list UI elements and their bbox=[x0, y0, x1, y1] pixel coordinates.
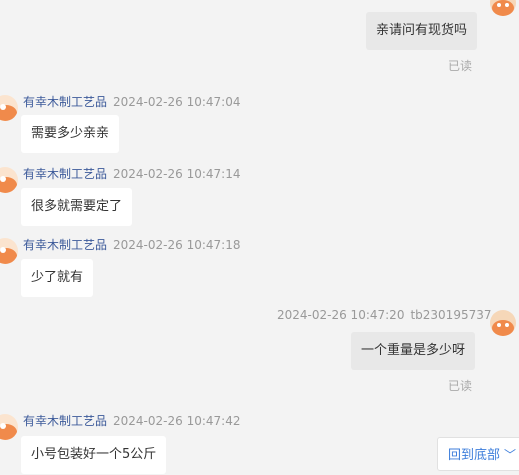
message-meta: 2024-02-26 10:47:20 tb230195737 bbox=[277, 308, 492, 322]
sender-name: tb230195737 bbox=[410, 308, 492, 322]
shop-avatar bbox=[0, 167, 18, 193]
shop-avatar bbox=[0, 238, 18, 264]
message-bubble: 很多就需要定了 bbox=[21, 188, 133, 226]
shop-avatar bbox=[0, 95, 18, 121]
sender-name[interactable]: 有幸木制工艺品 bbox=[23, 167, 107, 181]
message-meta: 有幸木制工艺品 2024-02-26 10:47:04 bbox=[23, 93, 240, 110]
sender-name[interactable]: 有幸木制工艺品 bbox=[23, 238, 107, 252]
message-bubble: 一个重量是多少呀 bbox=[351, 332, 476, 370]
timestamp: 2024-02-26 10:47:42 bbox=[113, 414, 241, 428]
sender-name[interactable]: 有幸木制工艺品 bbox=[23, 414, 107, 428]
message-meta: 有幸木制工艺品 2024-02-26 10:47:42 bbox=[23, 412, 240, 429]
message-bubble: 需要多少亲亲 bbox=[21, 115, 120, 153]
chevron-down-icon: ﹀ bbox=[504, 448, 517, 462]
back-to-bottom-button[interactable]: 回到底部 ﹀ bbox=[437, 437, 519, 471]
user-avatar bbox=[490, 0, 516, 16]
back-to-bottom-label: 回到底部 bbox=[448, 448, 501, 463]
sender-name[interactable]: 有幸木制工艺品 bbox=[23, 95, 107, 109]
message-bubble: 小号包装好一个5公斤 bbox=[21, 436, 167, 474]
timestamp: 2024-02-26 10:47:20 bbox=[277, 308, 405, 322]
timestamp: 2024-02-26 10:47:14 bbox=[113, 167, 241, 181]
read-status: 已读 bbox=[448, 59, 473, 73]
message-bubble: 少了就有 bbox=[21, 259, 94, 297]
message-meta: 有幸木制工艺品 2024-02-26 10:47:18 bbox=[23, 236, 240, 253]
read-status: 已读 bbox=[448, 379, 473, 393]
message-meta: 有幸木制工艺品 2024-02-26 10:47:14 bbox=[23, 165, 240, 182]
user-avatar bbox=[490, 310, 516, 336]
shop-avatar bbox=[0, 414, 18, 440]
timestamp: 2024-02-26 10:47:18 bbox=[113, 238, 241, 252]
message-bubble: 亲请问有现货吗 bbox=[366, 12, 478, 50]
timestamp: 2024-02-26 10:47:04 bbox=[113, 95, 241, 109]
